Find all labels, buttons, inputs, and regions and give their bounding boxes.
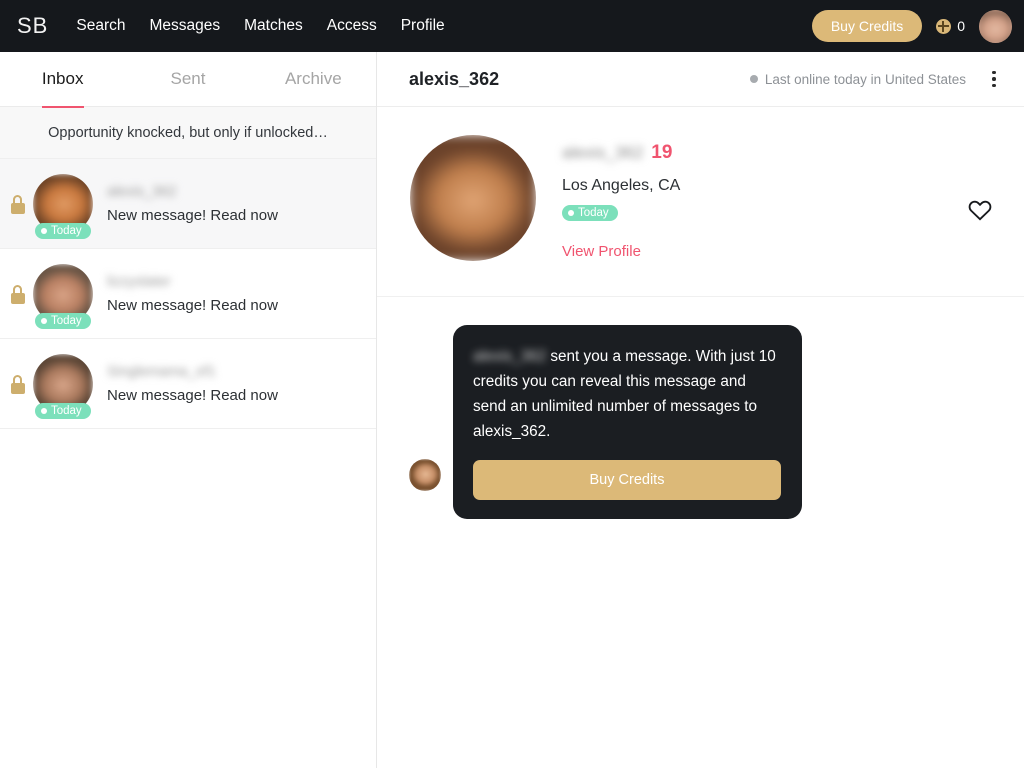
status-dot-icon xyxy=(749,75,758,83)
conversation-avatar-wrapper: Today xyxy=(33,173,93,239)
credits-indicator[interactable]: 0 xyxy=(936,18,965,34)
conversation-title: alexis_362 xyxy=(409,68,500,89)
conversation-avatar-wrapper: Today xyxy=(33,263,93,329)
profile-meta: alexis_362 19 Los Angeles, CA Today View… xyxy=(562,135,680,260)
nav-right-group: Buy Credits 0 xyxy=(811,0,1012,52)
avatar-image xyxy=(979,9,1012,43)
kebab-menu-icon[interactable] xyxy=(984,69,1004,89)
profile-online-label: Today xyxy=(578,207,609,219)
conversation-header: alexis_362 Last online today in United S… xyxy=(377,52,1024,107)
locked-message-bubble: alexis_362 sent you a message. With just… xyxy=(453,325,802,519)
top-navigation-bar: SB Search Messages Matches Access Profil… xyxy=(0,0,1024,52)
profile-username: alexis_362 xyxy=(562,143,644,162)
profile-online-badge: Today xyxy=(562,205,618,221)
status-dot-icon xyxy=(41,317,47,324)
conversation-panel: alexis_362 Last online today in United S… xyxy=(377,52,1024,768)
buy-credits-button[interactable]: Buy Credits xyxy=(811,10,923,42)
tab-inbox[interactable]: Inbox xyxy=(0,52,125,107)
profile-name-row: alexis_362 19 xyxy=(562,142,680,164)
promo-banner: Opportunity knocked, but only if unlocke… xyxy=(0,107,376,159)
nav-links: Search Messages Matches Access Profile xyxy=(76,17,444,35)
nav-link-search[interactable]: Search xyxy=(76,17,125,35)
coin-icon xyxy=(936,18,952,34)
status-dot-icon xyxy=(41,407,47,414)
user-avatar[interactable] xyxy=(979,9,1012,43)
locked-message-text: alexis_362 sent you a message. With just… xyxy=(473,344,781,444)
credits-count: 0 xyxy=(957,18,965,34)
message-sender-avatar xyxy=(409,459,441,491)
conversation-avatar-wrapper: Today xyxy=(33,353,93,419)
status-dot-icon xyxy=(568,210,574,216)
lock-icon xyxy=(10,195,25,214)
nav-link-matches[interactable]: Matches xyxy=(244,17,303,35)
last-online-text: Last online today in United States xyxy=(764,71,966,87)
message-thread: alexis_362 sent you a message. With just… xyxy=(377,297,1024,767)
lock-icon xyxy=(10,375,25,394)
profile-location: Los Angeles, CA xyxy=(562,177,681,194)
nav-link-messages[interactable]: Messages xyxy=(149,17,220,35)
conversation-username: Singlemama_of1 xyxy=(107,363,216,380)
conversation-row-3[interactable]: Today Singlemama_of1 New message! Read n… xyxy=(0,339,376,429)
avatar-image xyxy=(410,135,536,261)
conversation-preview: New message! Read now xyxy=(107,296,278,314)
online-badge-label: Today xyxy=(51,314,82,327)
online-badge: Today xyxy=(35,402,91,419)
avatar-image xyxy=(409,459,441,491)
conversation-text: alexis_362 New message! Read now xyxy=(107,184,278,224)
heart-icon[interactable] xyxy=(967,197,993,223)
tab-archive[interactable]: Archive xyxy=(251,52,376,107)
conversation-preview: New message! Read now xyxy=(107,386,278,404)
status-dot-icon xyxy=(41,227,47,234)
conversation-text: lizzyslater New message! Read now xyxy=(107,274,278,314)
brand-logo[interactable]: SB xyxy=(17,13,48,39)
online-badge-label: Today xyxy=(51,404,82,417)
conversation-row-2[interactable]: Today lizzyslater New message! Read now xyxy=(0,249,376,339)
inbox-tabs: Inbox Sent Archive xyxy=(0,52,376,107)
profile-age: 19 xyxy=(651,142,673,163)
online-badge-label: Today xyxy=(51,224,82,237)
inbox-panel: Inbox Sent Archive Opportunity knocked, … xyxy=(0,52,377,768)
blurred-sender-name: alexis_362 xyxy=(473,348,547,365)
conversation-text: Singlemama_of1 New message! Read now xyxy=(107,364,278,404)
conversation-row-1[interactable]: Today alexis_362 New message! Read now xyxy=(0,159,376,249)
profile-summary-card: alexis_362 19 Los Angeles, CA Today View… xyxy=(377,107,1024,297)
conversation-list: Today alexis_362 New message! Read now T… xyxy=(0,159,376,429)
online-badge: Today xyxy=(35,222,91,239)
last-online-status: Last online today in United States xyxy=(749,71,966,87)
conversation-username: lizzyslater xyxy=(107,273,171,290)
message-row: alexis_362 sent you a message. With just… xyxy=(377,325,1024,519)
online-badge: Today xyxy=(35,312,91,329)
bubble-buy-credits-button[interactable]: Buy Credits xyxy=(473,460,781,500)
conversation-username: alexis_362 xyxy=(107,183,177,200)
lock-icon xyxy=(10,285,25,304)
tab-sent[interactable]: Sent xyxy=(125,52,250,107)
view-profile-link[interactable]: View Profile xyxy=(562,243,680,260)
profile-avatar[interactable] xyxy=(410,135,536,261)
nav-link-profile[interactable]: Profile xyxy=(401,17,445,35)
messaging-app: SB Search Messages Matches Access Profil… xyxy=(0,0,1024,768)
nav-link-access[interactable]: Access xyxy=(327,17,377,35)
conversation-preview: New message! Read now xyxy=(107,206,278,224)
